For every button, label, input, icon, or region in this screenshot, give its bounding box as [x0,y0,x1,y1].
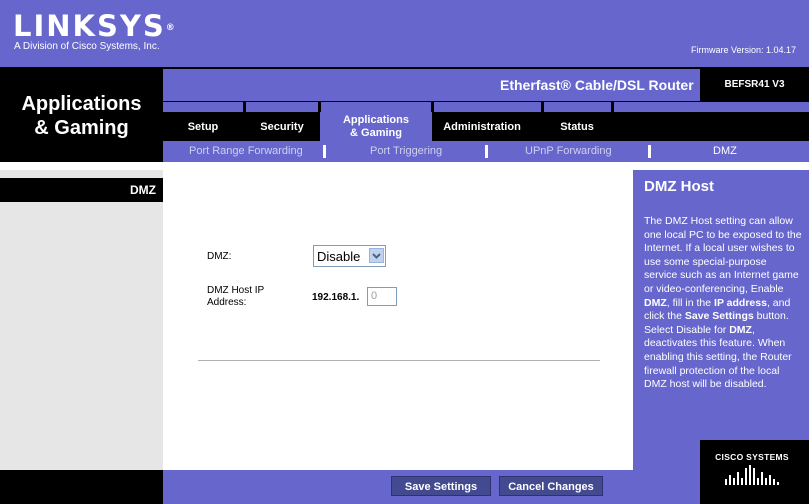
dmz-host-ip-label-line1: DMZ Host IP [207,285,265,296]
model-name: BEFSR41 V3 [724,79,785,90]
subtab-separator [485,145,488,158]
subtab-dmz[interactable]: DMZ [713,145,737,158]
cisco-systems-logo: Cisco Systems [715,452,789,462]
tab-applications-gaming[interactable]: Applications & Gaming [320,114,432,140]
cisco-bars-icon [724,465,782,487]
footer-right [633,470,700,504]
product-name: Etherfast® Cable/DSL Router [500,77,694,93]
linksys-logo: LINKSYS® [13,9,175,43]
tab-status[interactable]: Status [548,121,606,134]
subtab-separator [648,145,651,158]
subtab-separator [323,145,326,158]
tab-separator [541,102,544,112]
tab-administration[interactable]: Administration [436,121,528,134]
section-title-line1: Applications [21,93,142,115]
subtab-upnp-forwarding[interactable]: UPnP Forwarding [525,145,612,158]
chevron-down-icon[interactable] [369,248,384,263]
left-column [0,170,163,470]
tab-separator [243,102,246,112]
divider [198,360,600,362]
tab-separator [611,102,614,112]
subtab-port-range-forwarding[interactable]: Port Range Forwarding [189,145,303,158]
tab-security[interactable]: Security [250,121,314,134]
footer-left [0,470,163,504]
tab-label-line1: Applications [342,114,409,126]
firmware-version: Firmware Version: 1.04.17 [691,45,797,55]
section-title-line2: & Gaming [34,117,129,139]
help-text: The DMZ Host setting can allow one local… [644,215,802,391]
tab-separator-row [163,102,809,112]
section-title: Applications & Gaming [0,92,163,140]
cancel-changes-button[interactable]: Cancel Changes [499,476,603,496]
dmz-label: DMZ: [207,251,232,262]
tab-label-line2: & Gaming [350,127,402,139]
tab-separator [431,102,434,112]
dmz-host-ip-label: DMZ Host IP Address: [207,285,264,309]
dmz-host-ip-label-line2: Address: [207,297,247,308]
help-title: DMZ Host [644,178,714,195]
logo-tagline: A Division of Cisco Systems, Inc. [14,41,160,52]
spacer [0,162,809,170]
ip-prefix: 192.168.1. [312,292,360,303]
save-settings-button[interactable]: Save Settings [391,476,491,496]
sidebar-label: DMZ [130,183,156,197]
main-panel [163,170,633,470]
tab-separator [318,102,321,112]
ip-last-octet-value: 0 [371,290,378,302]
tab-setup[interactable]: Setup [178,121,228,134]
dmz-select-value: Disable [317,249,361,264]
subtab-port-triggering[interactable]: Port Triggering [370,145,442,158]
